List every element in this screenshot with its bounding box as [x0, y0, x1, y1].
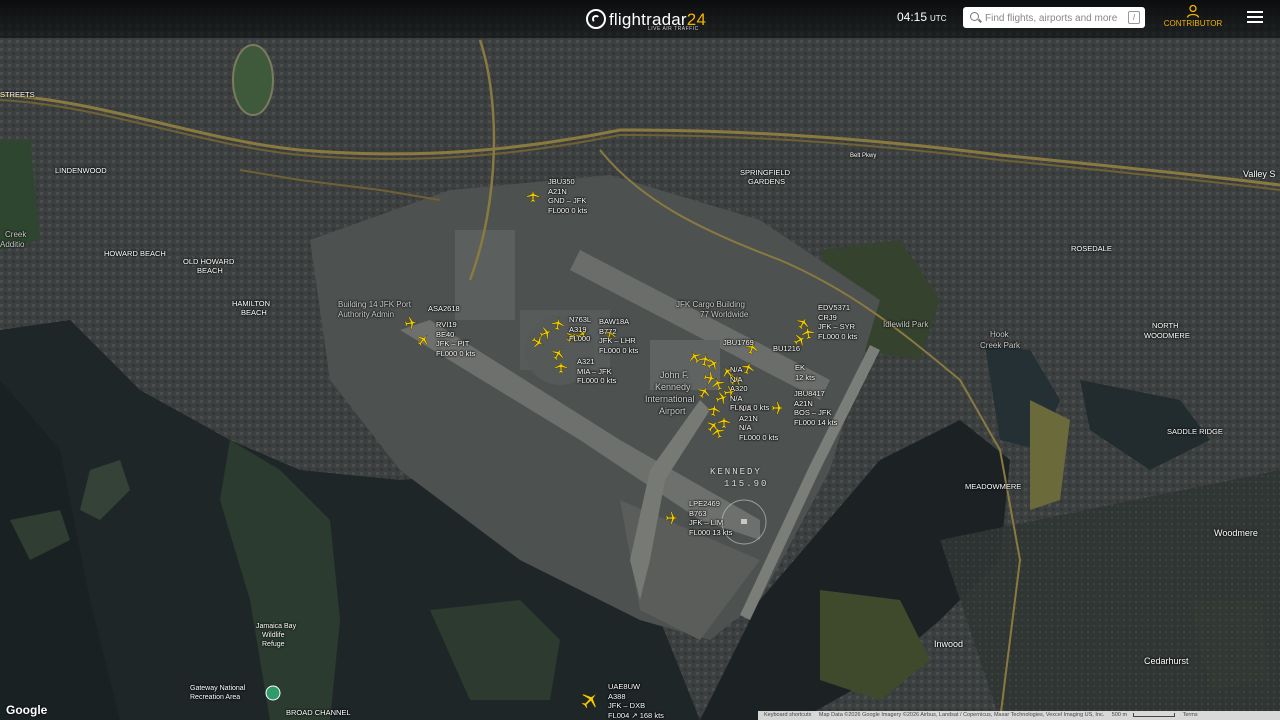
aircraft-icon[interactable] [526, 189, 540, 203]
label-creek: Creek [5, 230, 27, 239]
label-rosedale: ROSEDALE [1071, 244, 1112, 253]
flight-label-n763l[interactable]: N763L A319 FL000 [569, 315, 591, 344]
aircraft-icon[interactable] [551, 347, 565, 361]
map-view[interactable]: LINDENWOOD HOWARD BEACH OLD HOWARD BEACH… [0, 0, 1280, 720]
utc-clock: 04:15 UTC [897, 10, 946, 24]
aircraft-icon[interactable] [665, 511, 679, 525]
top-bar: flightradar24 LIVE AIR TRAFFIC 04:15 UTC … [0, 0, 1280, 38]
label-north: NORTH [1152, 321, 1179, 330]
aircraft-icon[interactable] [404, 316, 418, 330]
flight-label-baw18a[interactable]: BAW18A B772 JFK – LHR FL000 0 kts [599, 317, 638, 355]
label-springfield: SPRINGFIELD [740, 168, 791, 177]
label-meadowmere: MEADOWMERE [965, 482, 1022, 491]
label-hook-creek: Creek Park [980, 341, 1021, 350]
aircraft-icon[interactable] [697, 385, 711, 399]
label-old-howard: OLD HOWARD [183, 257, 235, 266]
flightradar24-logo[interactable]: flightradar24 LIVE AIR TRAFFIC [586, 5, 706, 33]
vor-name: KENNEDY [710, 467, 762, 477]
clock-time: 04:15 [897, 10, 928, 24]
label-hamilton-beach: BEACH [241, 308, 267, 317]
label-gateway: Gateway National [190, 685, 246, 692]
label-broad-channel: BROAD CHANNEL [286, 708, 351, 717]
label-building14-admin: Authority Admin [338, 310, 395, 319]
map-data-text[interactable]: Map Data ©2026 Google Imagery ©2026 Airb… [819, 712, 1104, 718]
label-hook: Hook [990, 330, 1009, 339]
label-jfk-1: John F. [660, 370, 690, 380]
label-belt-pkwy: Belt Pkwy [850, 153, 877, 159]
aircraft-icon[interactable] [531, 335, 545, 349]
label-jamaica-wildlife: Wildlife [262, 632, 285, 639]
flight-label-lpe2469[interactable]: LPE2469 B763 JFK – LIM FL000 13 kts [689, 499, 732, 537]
flight-label-rvi19[interactable]: RVI19 BE40 JFK – PIT FL000 0 kts [436, 320, 475, 358]
label-springfield-gardens: GARDENS [748, 177, 786, 186]
aircraft-icon[interactable] [551, 317, 565, 331]
clock-zone: UTC [930, 14, 947, 23]
label-idlewild: Idlewild Park [883, 320, 929, 329]
label-old-howard-beach: BEACH [197, 266, 223, 275]
aircraft-icon[interactable] [711, 425, 725, 439]
label-jfk-2: Kennedy [655, 382, 691, 392]
terms-link[interactable]: Terms [1183, 712, 1198, 718]
scale-bar [1133, 712, 1176, 717]
label-jamaica-refuge: Refuge [262, 641, 285, 648]
aircraft-icon[interactable] [706, 357, 720, 371]
label-addition: Additio [0, 240, 25, 249]
label-cargo-worldwide: 77 Worldwide [700, 310, 749, 319]
scale-label[interactable]: 500 m [1112, 712, 1127, 718]
label-building14: Building 14 JFK Port [338, 300, 411, 309]
vor-frequency: 115.90 [724, 479, 769, 489]
user-icon [1186, 4, 1200, 18]
search-box[interactable]: / [963, 7, 1145, 28]
label-streets: STREETS [0, 90, 35, 99]
search-shortcut-key: / [1128, 11, 1140, 24]
aircraft-icon[interactable] [416, 333, 430, 347]
flight-label-jbu350[interactable]: JBU350 A21N GND – JFK FL000 0 kts [548, 177, 587, 215]
aircraft-icon[interactable] [554, 360, 568, 374]
vor-station[interactable]: KENNEDY 115.90 [710, 466, 768, 490]
satellite-imagery [0, 0, 1280, 720]
aircraft-icon[interactable] [580, 690, 600, 710]
flight-label-asa2618[interactable]: ASA2618 [428, 304, 460, 314]
contributor-button[interactable]: CONTRIBUTOR [1160, 4, 1226, 28]
map-attribution: Keyboard shortcuts Map Data ©2026 Google… [758, 711, 1280, 720]
flight-label-ek[interactable]: EK 12 kts [795, 363, 815, 382]
flight-label-jbu1769[interactable]: JBU1769 [723, 338, 754, 348]
label-lindenwood: LINDENWOOD [55, 166, 107, 175]
flight-label-bu1216[interactable]: BU1216 [773, 344, 800, 354]
label-hamilton: HAMILTON [232, 299, 271, 308]
label-cedarhurst: Cedarhurst [1144, 656, 1189, 666]
label-jamaica-bay: Jamaica Bay [256, 623, 297, 630]
contributor-label: CONTRIBUTOR [1163, 19, 1223, 28]
google-logo: Google [6, 703, 48, 717]
search-icon [970, 12, 979, 21]
label-saddle-ridge: SADDLE RIDGE [1167, 427, 1223, 436]
hamburger-menu-icon[interactable] [1247, 11, 1263, 24]
label-valley-stream: Valley S [1243, 169, 1276, 179]
label-jfk-4: Airport [659, 406, 686, 416]
label-howard-beach: HOWARD BEACH [104, 249, 166, 258]
radar-icon [586, 9, 606, 29]
label-inwood: Inwood [934, 639, 964, 649]
flight-label-a321[interactable]: A321 MIA – JFK FL000 0 kts [577, 357, 616, 386]
flight-label-cluster-2[interactable]: N/A A21N N/A FL000 0 kts [739, 404, 778, 442]
flight-label-edv5371[interactable]: EDV5371 CRJ9 JFK – SYR FL000 0 kts [818, 303, 857, 341]
label-jfk-3: International [645, 394, 695, 404]
flight-label-jbu8417[interactable]: JBU8417 A21N BOS – JFK FL000 14 kts [794, 389, 837, 427]
logo-tagline: LIVE AIR TRAFFIC [648, 26, 699, 32]
search-input[interactable] [983, 9, 1127, 28]
label-gateway-area: Recreation Area [190, 694, 241, 701]
flight-label-uae8uw[interactable]: UAE8UW A388 JFK – DXB FL004 ↗ 168 kts [608, 682, 664, 720]
label-north-woodmere: WOODMERE [1144, 331, 1190, 340]
keyboard-shortcuts-link[interactable]: Keyboard shortcuts [764, 712, 811, 718]
label-woodmere: Woodmere [1214, 528, 1258, 538]
label-cargo: JFK Cargo Building [676, 300, 745, 309]
